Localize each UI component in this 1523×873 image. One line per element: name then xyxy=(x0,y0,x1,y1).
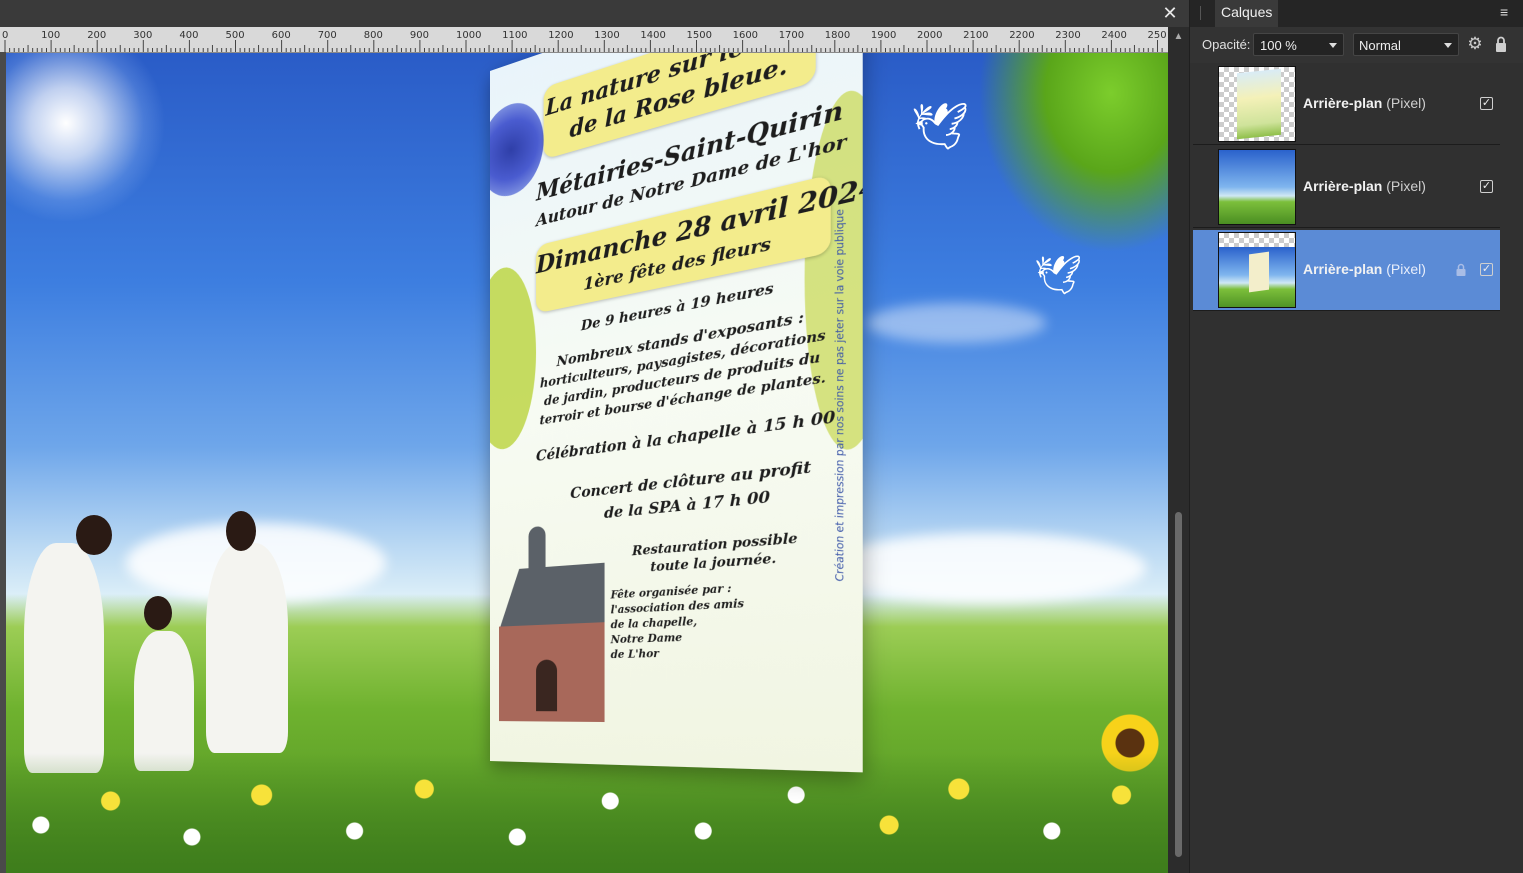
mother-figure xyxy=(206,543,288,753)
layer-properties-bar: Opacité: 100 % Normal ⚙ xyxy=(1190,27,1523,63)
vertical-scrollbar[interactable]: ▲ xyxy=(1168,27,1189,873)
lock-icon[interactable] xyxy=(1492,35,1510,53)
chapel-roof xyxy=(499,563,605,631)
layers-panel: Calques ≡ Opacité: 100 % Normal ⚙ Arrièr… xyxy=(1189,0,1523,873)
ruler-tick-label: 0 xyxy=(2,30,8,41)
ruler-tick-label: 700 xyxy=(318,30,337,41)
ruler-tick-label: 1000 xyxy=(456,30,481,41)
mini-poster xyxy=(1249,251,1269,293)
poster-org-5: de L'hor xyxy=(610,648,659,662)
dove-icon: 🕊 xyxy=(1034,255,1083,297)
layer-thumbnail xyxy=(1218,149,1296,225)
visibility-checkbox[interactable]: ✓ xyxy=(1480,97,1493,110)
poster-side-text: Création et impression par nos soins ne … xyxy=(834,207,848,582)
tab-layers[interactable]: Calques xyxy=(1215,0,1279,27)
close-document-button[interactable]: ✕ xyxy=(1161,4,1179,22)
ruler-tick-label: 200 xyxy=(87,30,106,41)
visibility-checkbox[interactable]: ✓ xyxy=(1480,180,1493,193)
dropdown-arrow-icon xyxy=(1329,43,1337,48)
poster-thumbnail-icon xyxy=(1237,68,1281,140)
document-tab-bar: ✕ xyxy=(0,0,1189,28)
ruler-tick-label: 250 xyxy=(1148,30,1167,41)
blend-mode-value: Normal xyxy=(1359,38,1401,53)
panel-menu-icon[interactable]: ≡ xyxy=(1500,4,1516,20)
panel-tab-bar: Calques ≡ xyxy=(1190,0,1523,27)
tab-separator xyxy=(1200,6,1201,20)
gear-icon[interactable]: ⚙ xyxy=(1466,35,1484,53)
opacity-label: Opacité: xyxy=(1202,37,1251,52)
layer-name: Arrière-plan (Pixel) xyxy=(1303,178,1426,194)
ruler-tick-label: 100 xyxy=(41,30,60,41)
opacity-value: 100 % xyxy=(1260,38,1297,53)
ruler-scale: 0 100 200 300 400 500 600 700 800 900 1000 1100 1200… xyxy=(2,30,1167,52)
child-head xyxy=(144,596,172,630)
ruler-tick-label: 600 xyxy=(272,30,291,41)
leaf-decoration xyxy=(490,260,537,454)
ruler-tick-label: 2300 xyxy=(1055,30,1080,41)
event-poster: La nature sur le sentier de la Rose bleu… xyxy=(490,53,863,773)
ruler-tick-label: 1700 xyxy=(779,30,804,41)
poster-org-3: de la chapelle, xyxy=(610,616,698,632)
ruler-tick-label: 300 xyxy=(133,30,152,41)
ruler-tick-label: 400 xyxy=(179,30,198,41)
ruler-tick-label: 1300 xyxy=(594,30,619,41)
ruler-tick-label: 500 xyxy=(226,30,245,41)
ruler-tick-label: 900 xyxy=(410,30,429,41)
ruler-tick-label: 2100 xyxy=(963,30,988,41)
dropdown-arrow-icon xyxy=(1444,43,1452,48)
ruler-tick-label: 1200 xyxy=(548,30,573,41)
ruler-tick-label: 2200 xyxy=(1009,30,1034,41)
ruler-tick-label: 1500 xyxy=(687,30,712,41)
horizontal-ruler[interactable]: 0 100 200 300 400 500 600 700 800 900 1000 1100 1200… xyxy=(0,27,1168,53)
poster-org-4: Notre Dame xyxy=(610,632,683,647)
blend-mode-select[interactable]: Normal xyxy=(1353,33,1459,56)
father-head xyxy=(76,515,112,555)
visibility-checkbox[interactable]: ✓ xyxy=(1480,263,1493,276)
ruler-tick-label: 1100 xyxy=(502,30,527,41)
chapel-door xyxy=(536,659,558,712)
ruler-tick-label: 800 xyxy=(364,30,383,41)
flower-meadow xyxy=(6,753,1168,873)
scroll-up-arrow-icon[interactable]: ▲ xyxy=(1168,31,1189,45)
tree-leaves xyxy=(978,53,1168,253)
layer-row[interactable]: Arrière-plan (Pixel) ✓ xyxy=(1193,64,1500,145)
ruler-tick-label: 1800 xyxy=(825,30,850,41)
ruler-tick-label: 1600 xyxy=(733,30,758,41)
document-canvas[interactable]: 🕊 🕊 La nature sur le sentier de la Rose … xyxy=(6,53,1168,873)
layer-thumbnail xyxy=(1218,66,1296,142)
ruler-tick-label: 2400 xyxy=(1101,30,1126,41)
chapel-illustration xyxy=(490,520,605,723)
layer-name: Arrière-plan (Pixel) xyxy=(1303,95,1426,111)
ruler-tick-label: 2000 xyxy=(917,30,942,41)
mother-head xyxy=(226,511,256,551)
child-figure xyxy=(134,631,194,771)
cloud xyxy=(866,303,1046,343)
layer-name: Arrière-plan (Pixel) xyxy=(1303,261,1426,277)
layer-row[interactable]: Arrière-plan (Pixel) ✓ xyxy=(1193,147,1500,228)
opacity-dropdown[interactable]: 100 % xyxy=(1253,33,1344,56)
chapel-tower xyxy=(528,525,546,573)
layer-lock-icon[interactable] xyxy=(1455,263,1467,276)
father-figure xyxy=(24,543,104,773)
dove-icon: 🕊 xyxy=(911,100,970,152)
ruler-tick-label: 1900 xyxy=(871,30,896,41)
layer-thumbnail xyxy=(1218,232,1296,308)
sun-glow xyxy=(6,53,166,223)
landscape-thumbnail-icon xyxy=(1219,150,1295,224)
scrollbar-thumb[interactable] xyxy=(1175,512,1182,857)
composite-thumbnail-icon xyxy=(1219,247,1295,307)
cloud xyxy=(826,533,1146,603)
poster-org-2: l'association des amis xyxy=(610,598,745,617)
ruler-tick-label: 1400 xyxy=(640,30,665,41)
layer-row-selected[interactable]: Arrière-plan (Pixel) ✓ xyxy=(1193,230,1500,311)
